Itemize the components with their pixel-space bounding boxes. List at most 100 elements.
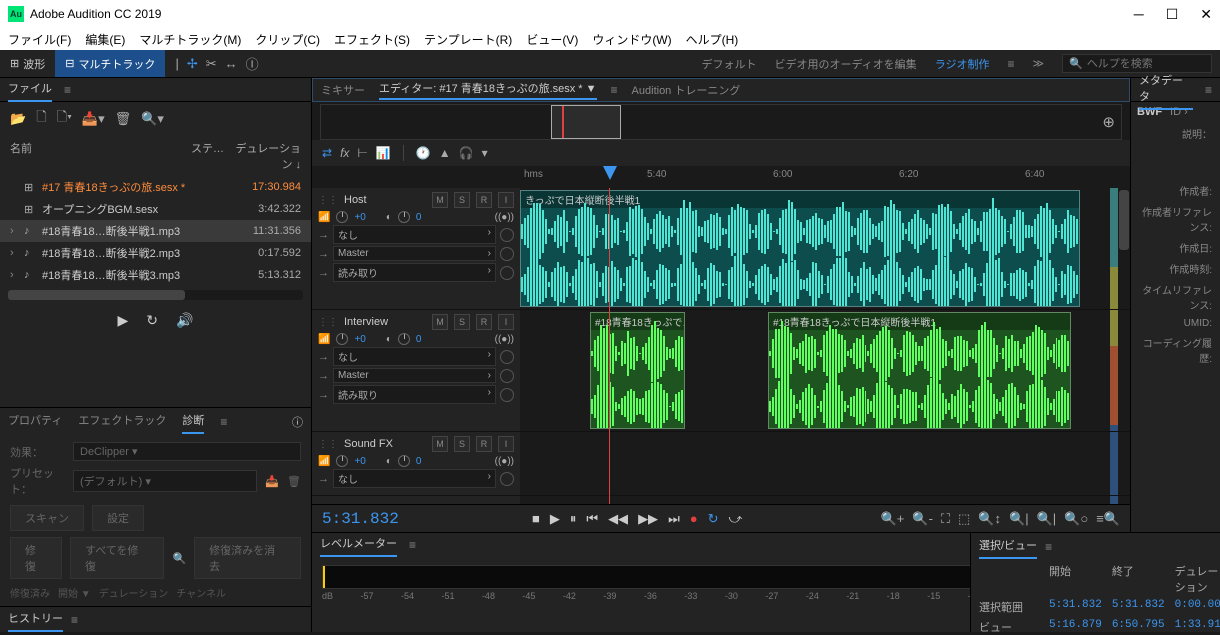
track-routing-btn[interactable] [500, 369, 514, 383]
track-routing-select[interactable]: なし› [333, 225, 496, 244]
files-col-name[interactable]: 名前 [10, 140, 191, 172]
track-routing-select[interactable]: Master› [333, 368, 496, 383]
track-i-button[interactable]: I [498, 192, 514, 208]
file-row[interactable]: ⊞#17 青春18きっぷの旅.sesx *17:30.984 [0, 176, 311, 198]
preview-autoplay-icon[interactable]: 🔊 [176, 312, 193, 329]
razor-tool-icon[interactable]: ✂ [206, 56, 217, 72]
track-routing-select[interactable]: 読み取り› [333, 385, 496, 404]
track-r-button[interactable]: R [476, 192, 492, 208]
timeline-ruler[interactable]: hms 5:40 6:00 6:20 6:40 [520, 166, 1110, 188]
view-end[interactable]: 6:50.795 [1112, 619, 1165, 635]
menu-template[interactable]: テンプレート(R) [424, 31, 512, 48]
rewind-button[interactable]: ◀◀ [608, 511, 628, 527]
track-routing-select[interactable]: なし› [333, 347, 496, 366]
zoom-all-tracks-icon[interactable]: ≡🔍 [1096, 511, 1120, 527]
metronome-icon[interactable]: 🕐 [416, 146, 431, 160]
track-name[interactable]: Interview [344, 316, 426, 328]
skip-selection-button[interactable]: ⤻ [729, 511, 743, 527]
volume-knob[interactable] [336, 455, 348, 467]
repair-button[interactable]: 修復 [10, 537, 62, 579]
track-r-button[interactable]: R [476, 314, 492, 330]
open-file-icon[interactable]: 📂 [10, 111, 26, 127]
loop-button[interactable]: ↻ [708, 511, 719, 527]
selection-view-tab[interactable]: 選択/ビュー [979, 537, 1037, 557]
menu-effects[interactable]: エフェクト(S) [334, 31, 410, 48]
track-r-button[interactable]: R [476, 436, 492, 452]
tab-effects-rack[interactable]: エフェクトラック [78, 412, 166, 432]
menu-multitrack[interactable]: マルチトラック(M) [139, 31, 241, 48]
metadata-tab[interactable]: メタデータ [1139, 72, 1193, 108]
time-select-tool-icon[interactable]: Ⓘ [246, 54, 259, 73]
file-scrollbar[interactable] [8, 290, 303, 300]
grid-options-icon[interactable]: ▾ [482, 146, 488, 160]
info-icon[interactable]: ⓘ [292, 414, 303, 430]
track-routing-btn[interactable] [500, 472, 514, 486]
sel-start[interactable]: 5:31.832 [1049, 599, 1102, 615]
preview-play-icon[interactable]: ▶ [118, 312, 129, 329]
close-button[interactable]: ✕ [1200, 6, 1212, 23]
levels-menu-icon[interactable]: ≡ [409, 538, 416, 552]
effect-select[interactable]: DeClipper ▾ [73, 442, 301, 461]
editor-menu-icon[interactable]: ≡ [611, 83, 618, 97]
menu-clip[interactable]: クリップ(C) [255, 31, 320, 48]
metadata-menu-icon[interactable]: ≡ [1205, 83, 1212, 97]
delete-preset-icon[interactable]: 🗑 [287, 475, 301, 488]
volume-knob[interactable] [336, 333, 348, 345]
track-routing-btn[interactable] [500, 228, 514, 242]
props-menu-icon[interactable]: ≡ [220, 415, 227, 429]
track-routing-btn[interactable] [500, 350, 514, 364]
pan-knob[interactable] [398, 211, 410, 223]
track-lane[interactable]: #18青春18きっぷで… ▼ #18青春18きっぷで日本縦断後半戦1 [520, 310, 1130, 432]
track-routing-btn[interactable] [500, 388, 514, 402]
fx-icon[interactable]: fx [340, 146, 349, 160]
view-multitrack-button[interactable]: ⊟マルチトラック [55, 50, 165, 77]
playhead-line[interactable] [609, 188, 610, 504]
mixer-tab[interactable]: ミキサー [321, 82, 365, 98]
new-multitrack-icon[interactable]: 🗋▾ [57, 108, 72, 130]
playhead-marker[interactable] [603, 166, 617, 180]
files-tab[interactable]: ファイル [8, 80, 52, 100]
diag-search-icon[interactable]: 🔍 [172, 552, 186, 565]
workspace-default[interactable]: デフォルト [701, 56, 756, 72]
stop-button[interactable]: ■ [532, 511, 540, 527]
file-row[interactable]: ›♪#18青春18…断後半戦1.mp311:31.356 [0, 220, 311, 242]
track-routing-select[interactable]: なし› [333, 469, 496, 488]
eq-icon[interactable]: 📊 [376, 146, 391, 160]
zoom-in-point-icon[interactable]: 🔍| [1009, 511, 1029, 527]
view-start[interactable]: 5:16.879 [1049, 619, 1102, 635]
trash-icon[interactable]: 🗑 [115, 111, 132, 127]
toggle-loop-icon[interactable]: ⇄ [322, 146, 332, 160]
overview-zoom-icon[interactable]: ⊕ [1102, 113, 1115, 131]
track-m-button[interactable]: M [432, 314, 448, 330]
pan-knob[interactable] [398, 333, 410, 345]
pause-button[interactable]: ⏸ [570, 511, 577, 527]
move-tool-icon[interactable]: ✢ [187, 56, 198, 72]
editor-tab[interactable]: エディター: #17 青春18きっぷの旅.sesx * ▼ [379, 80, 597, 100]
audio-clip[interactable]: きっぷで日本縦断後半戦1 [520, 190, 1080, 307]
menu-view[interactable]: ビュー(V) [526, 31, 578, 48]
menu-edit[interactable]: 編集(E) [85, 31, 125, 48]
zoom-out-point-icon[interactable]: 🔍| [1037, 511, 1057, 527]
pan-knob[interactable] [398, 455, 410, 467]
track-name[interactable]: Sound FX [344, 438, 426, 450]
workspace-more[interactable]: ≫ [1032, 57, 1044, 70]
files-panel-menu-icon[interactable]: ≡ [64, 83, 71, 97]
track-m-button[interactable]: M [432, 436, 448, 452]
zoom-reset-icon[interactable]: 🔍○ [1064, 511, 1088, 527]
help-search-input[interactable] [1087, 58, 1205, 70]
menu-file[interactable]: ファイル(F) [8, 31, 71, 48]
track-lane[interactable] [520, 432, 1130, 496]
sel-end[interactable]: 5:31.832 [1112, 599, 1165, 615]
preview-loop-icon[interactable]: ↻ [146, 312, 158, 329]
zoom-in-icon[interactable]: 🔍+ [881, 511, 905, 527]
track-routing-btn[interactable] [500, 266, 514, 280]
tab-properties[interactable]: プロパティ [8, 412, 62, 432]
minimize-button[interactable]: ─ [1134, 6, 1144, 23]
maximize-button[interactable]: ☐ [1166, 6, 1179, 23]
scan-button[interactable]: スキャン [10, 505, 84, 531]
help-search[interactable]: 🔍 [1062, 54, 1212, 73]
go-start-button[interactable]: ⏮ [586, 511, 598, 527]
settings-button[interactable]: 設定 [92, 505, 144, 531]
save-preset-icon[interactable]: 📥 [265, 475, 279, 488]
files-col-duration[interactable]: デュレーション ↓ [231, 140, 301, 172]
